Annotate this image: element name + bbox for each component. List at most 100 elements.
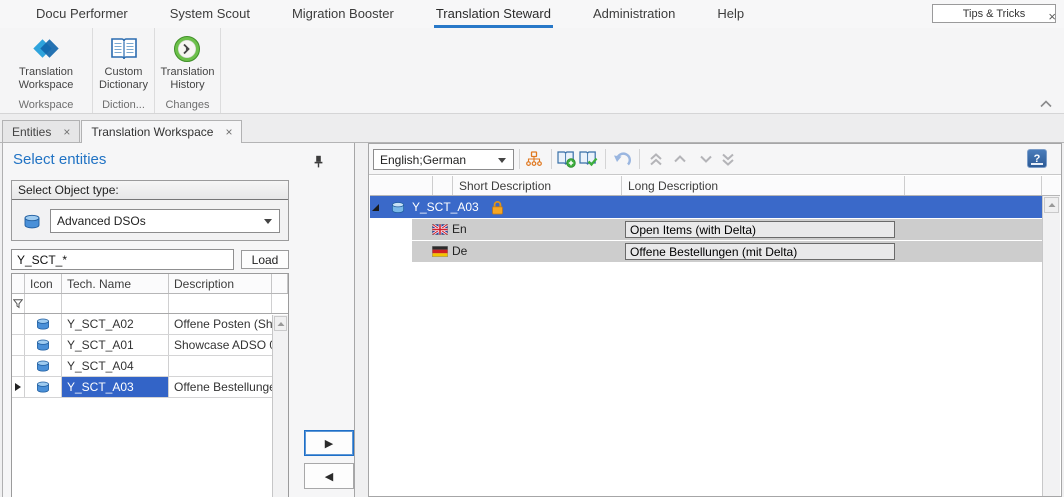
tab-translation-workspace[interactable]: Translation Workspace × (81, 120, 242, 143)
menu-administration[interactable]: Administration (591, 1, 677, 28)
description-cell[interactable]: Showcase ADSO 01 (B... (169, 335, 272, 355)
language-row[interactable]: De Offene Bestellungen (mit Delta) (370, 241, 1042, 262)
scroll-up-icon[interactable] (1044, 197, 1059, 213)
entity-table-header: Icon Tech. Name Description (12, 274, 288, 294)
pin-icon[interactable] (312, 155, 325, 168)
tech-name-cell[interactable]: Y_SCT_A04 (62, 356, 169, 376)
tech-name-cell[interactable]: Y_SCT_A02 (62, 314, 169, 334)
translation-history-button[interactable]: TranslationHistory (160, 32, 214, 92)
ribbon-group-dictionary: CustomDictionary Diction... (93, 28, 155, 113)
close-icon[interactable]: × (225, 127, 232, 137)
filter-funnel-icon[interactable] (12, 294, 25, 313)
header-empty-cell (433, 176, 453, 195)
close-document-icon[interactable]: × (1048, 9, 1056, 24)
custom-dictionary-button[interactable]: CustomDictionary (99, 32, 148, 92)
tips-and-tricks-button[interactable]: Tips & Tricks (932, 4, 1056, 23)
dictionary-check-button[interactable] (577, 148, 599, 170)
menu-system-scout[interactable]: System Scout (168, 1, 252, 28)
translation-grid-header: Short Description Long Description (370, 176, 1060, 196)
filter-icon-cell[interactable] (25, 294, 62, 313)
table-row[interactable]: Y_SCT_A04 (12, 356, 272, 377)
translation-workspace-panel: English;German (368, 143, 1062, 497)
filter-description-cell[interactable] (169, 294, 272, 313)
ribbon-button-label: Dictionary (99, 79, 148, 91)
ribbon-button-label: History (170, 79, 204, 91)
header-description[interactable]: Description (169, 274, 272, 293)
menu-translation-steward[interactable]: Translation Steward (434, 1, 553, 28)
description-cell[interactable] (169, 356, 272, 376)
tech-name-cell[interactable]: Y_SCT_A01 (62, 335, 169, 355)
adso-icon (25, 356, 62, 376)
object-type-value: Advanced DSOs (57, 214, 146, 228)
adso-icon (390, 201, 406, 214)
menu-migration-booster[interactable]: Migration Booster (290, 1, 396, 28)
language-selector-dropdown[interactable]: English;German (373, 149, 514, 170)
object-type-dropdown[interactable]: Advanced DSOs (50, 209, 280, 233)
translation-grid: Short Description Long Description Y_SCT… (370, 176, 1060, 496)
undo-icon[interactable] (611, 148, 633, 170)
adso-icon (25, 314, 62, 334)
long-description-field[interactable]: Open Items (with Delta) (625, 221, 895, 238)
hierarchy-view-button[interactable] (523, 148, 545, 170)
select-entities-panel: Select entities Select Object type: Adva… (2, 143, 355, 497)
long-description-field[interactable]: Offene Bestellungen (mit Delta) (625, 243, 895, 260)
header-scroll-cell (272, 274, 288, 293)
ribbon-button-label: Workspace (19, 79, 74, 91)
tab-label: Entities (12, 125, 51, 139)
application-window: Docu Performer System Scout Migration Bo… (0, 0, 1064, 497)
previous-item-icon[interactable] (669, 148, 691, 170)
language-code: De (452, 244, 467, 258)
table-row-selected[interactable]: Y_SCT_A03 Offene Bestellungen (... (12, 377, 272, 398)
header-long-description[interactable]: Long Description (622, 176, 905, 195)
menu-docu-performer[interactable]: Docu Performer (34, 1, 130, 28)
entity-node-name: Y_SCT_A03 (412, 200, 479, 214)
header-scroll-cell (1042, 176, 1060, 195)
entity-node-row-selected[interactable]: Y_SCT_A03 (370, 196, 1042, 218)
first-item-icon[interactable] (645, 148, 667, 170)
tab-label: Translation Workspace (91, 125, 213, 139)
ribbon-group-changes: TranslationHistory Changes (155, 28, 221, 113)
row-indicator-cell (12, 314, 25, 334)
table-row[interactable]: Y_SCT_A02 Offene Posten (Showa... (12, 314, 272, 335)
description-cell[interactable]: Offene Bestellungen (... (169, 377, 272, 397)
ribbon-collapse-chevron-icon[interactable] (1040, 100, 1052, 108)
name-pattern-input[interactable] (11, 249, 234, 270)
tab-entities[interactable]: Entities × (2, 120, 80, 142)
translation-workspace-icon (30, 32, 62, 66)
language-row[interactable]: En Open Items (with Delta) (370, 219, 1042, 240)
translation-workspace-button[interactable]: TranslationWorkspace (19, 32, 74, 92)
entity-table-scrollbar[interactable] (272, 315, 288, 497)
load-button[interactable]: Load (241, 250, 289, 269)
table-row[interactable]: Y_SCT_A01 Showcase ADSO 01 (B... (12, 335, 272, 356)
menu-help[interactable]: Help (715, 1, 746, 28)
add-to-dictionary-button[interactable] (555, 148, 577, 170)
filter-tech-name-cell[interactable] (62, 294, 169, 313)
help-button[interactable]: ? (1027, 149, 1047, 168)
description-cell[interactable]: Offene Posten (Showa... (169, 314, 272, 334)
ribbon-group-label: Diction... (102, 99, 145, 113)
row-indicator-cell (12, 335, 25, 355)
header-indicator-cell (12, 274, 25, 293)
translation-grid-scrollbar[interactable] (1042, 196, 1060, 496)
adso-icon (25, 335, 62, 355)
last-item-icon[interactable] (717, 148, 739, 170)
ribbon-button-label: Translation (19, 66, 73, 78)
move-left-button[interactable]: ◀ (304, 463, 354, 489)
header-tech-name[interactable]: Tech. Name (62, 274, 169, 293)
toolbar-separator (605, 149, 606, 169)
row-indicator-icon (12, 377, 25, 397)
entity-table-filter-row (12, 294, 288, 314)
header-icon[interactable]: Icon (25, 274, 62, 293)
tech-name-cell[interactable]: Y_SCT_A03 (62, 377, 169, 397)
ribbon: TranslationWorkspace Workspace (0, 28, 1064, 114)
scroll-up-icon[interactable] (274, 316, 287, 331)
germany-flag-icon (432, 246, 448, 257)
toolbar-separator (551, 149, 552, 169)
language-code: En (452, 222, 467, 236)
main-menu-bar: Docu Performer System Scout Migration Bo… (0, 0, 1064, 28)
move-right-button[interactable]: ▶ (304, 430, 354, 456)
next-item-icon[interactable] (695, 148, 717, 170)
close-icon[interactable]: × (63, 127, 70, 137)
expand-triangle-icon[interactable] (371, 203, 380, 212)
header-short-description[interactable]: Short Description (453, 176, 622, 195)
